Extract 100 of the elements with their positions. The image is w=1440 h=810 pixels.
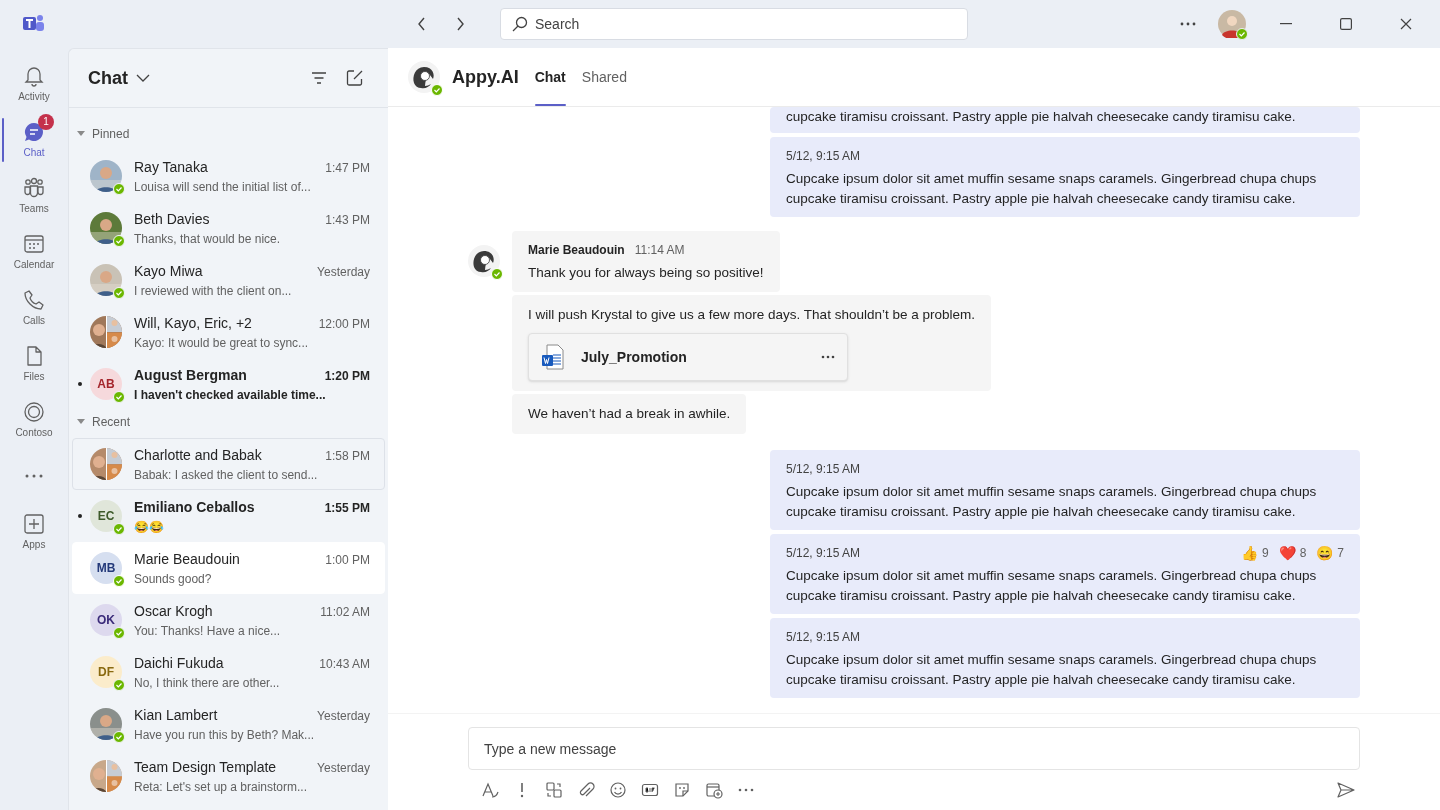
add-icon: [23, 512, 45, 535]
message-text: We haven’t had a break in awhile.: [528, 405, 731, 423]
close-icon: [1400, 18, 1412, 30]
word-document-icon: [541, 344, 565, 370]
presence-icon: [1236, 28, 1248, 40]
message-preview: Have you run this by Beth? Mak...: [134, 726, 316, 744]
paperclip-icon[interactable]: [577, 781, 595, 799]
avatar-initials: AB: [90, 368, 122, 400]
people-icon: [23, 176, 45, 199]
phone-icon: [23, 288, 45, 311]
emoji-icon[interactable]: [609, 781, 627, 799]
section-header[interactable]: Recent: [72, 412, 131, 432]
presence-icon: [113, 731, 125, 743]
calendar-icon: [23, 232, 45, 255]
tab[interactable]: Shared: [581, 48, 627, 106]
chat-icon: [23, 120, 45, 143]
rail-item[interactable]: Calls: [0, 280, 68, 336]
chevron-left-icon: [417, 17, 427, 31]
message-text: Cupcake ipsum dolor sit amet muffin sesame snaps caramels. Gingerbread chupa chups cupcake tiramisu croissant. Pastry apple pie halvah cheesecake candy tiramisu cake.: [786, 567, 1318, 605]
section-header[interactable]: Pinned: [72, 124, 130, 144]
contact-name: Daichi Fukuda: [134, 653, 225, 673]
chat-list-item[interactable]: Will, Kayo, Eric, +2 12:00 PM Kayo: It would be great to sync...: [72, 306, 385, 358]
contact-name: Marie Beaudouin: [134, 549, 241, 569]
message-preview: I haven't checked available time...: [134, 386, 327, 404]
avatar-initials: OK: [90, 604, 122, 636]
rail-item[interactable]: Contoso: [0, 392, 68, 448]
timestamp: 1:47 PM: [325, 159, 370, 177]
reaction-count: 7: [1337, 545, 1344, 562]
maximize-icon: [1340, 18, 1352, 30]
chat-list-item[interactable]: Kian Lambert Yesterday Have you run this by Beth? Mak...: [72, 698, 385, 750]
more-icon: [23, 474, 45, 478]
rail-item[interactable]: Teams: [0, 168, 68, 224]
message-text: Thank you for always being so positive!: [528, 264, 764, 282]
chevron-right-icon: [455, 17, 465, 31]
rail-item[interactable]: Apps: [0, 504, 68, 560]
loop-icon[interactable]: [545, 781, 563, 799]
chat-list-item[interactable]: Beth Davies 1:43 PM Thanks, that would be nice.: [72, 202, 385, 254]
avatar-initials: EC: [90, 500, 122, 532]
filter-icon: [311, 72, 327, 84]
timestamp: 1:58 PM: [325, 447, 370, 465]
file-card[interactable]: July_Promotion: [528, 333, 848, 381]
sticker-icon[interactable]: [673, 781, 691, 799]
bell-icon: [23, 64, 45, 87]
message-field[interactable]: Type a new message: [468, 727, 1360, 770]
compose-icon: [346, 69, 364, 87]
timestamp: 5/12, 9:15 AM: [786, 148, 861, 165]
rail-item[interactable]: Calendar: [0, 224, 68, 280]
reaction-emoji: 😄: [1316, 543, 1334, 563]
chat-list-item[interactable]: Kayo Miwa Yesterday I reviewed with the client on...: [72, 254, 385, 306]
chat-list-item[interactable]: DF Daichi Fukuda 10:43 AM No, I think there are other...: [72, 646, 385, 698]
chat-list-item[interactable]: Ray Tanaka 1:47 PM Louisa will send the initial list of...: [72, 150, 385, 202]
message-preview: Babak: I asked the client to send...: [134, 466, 319, 484]
ring-icon: [23, 400, 45, 423]
timestamp: Yesterday: [317, 707, 370, 725]
panel-title: Chat: [88, 66, 128, 90]
chat-list-item[interactable]: MB Marie Beaudouin 1:00 PM Sounds good?: [72, 542, 385, 594]
chevron-down-icon[interactable]: [136, 74, 150, 82]
presence-icon: [113, 391, 125, 403]
calendar-add-icon[interactable]: [705, 781, 723, 799]
presence-icon: [113, 627, 125, 639]
gif-icon[interactable]: [641, 781, 659, 799]
chat-list-item[interactable]: EC Emiliano Ceballos 1:55 PM 😂😂: [72, 490, 385, 542]
rail-item[interactable]: Files: [0, 336, 68, 392]
contact-name: Team Design Template: [134, 757, 278, 777]
contact-name: Kian Lambert: [134, 705, 219, 725]
presence-icon: [113, 235, 125, 247]
contact-name: Emiliano Ceballos: [134, 497, 256, 517]
chat-list-item[interactable]: Charlotte and Babak 1:58 PM Babak: I asked the client to send...: [72, 438, 385, 490]
message-preview: Reta: Let's set up a brainstorm...: [134, 778, 309, 796]
app-logo-icon: [23, 14, 45, 34]
timestamp: 11:02 AM: [320, 603, 370, 621]
contact-name: Beth Davies: [134, 209, 211, 229]
timestamp: 1:55 PM: [324, 499, 370, 517]
message-text: Cupcake ipsum dolor sit amet muffin sesame snaps caramels. Gingerbread chupa chups cupcake tiramisu croissant. Pastry apple pie halvah cheesecake candy tiramisu cake.: [786, 651, 1318, 689]
contact-name: Will, Kayo, Eric, +2: [134, 313, 253, 333]
chat-list-item[interactable]: Team Design Template Yesterday Reta: Let's set up a brainstorm...: [72, 750, 385, 802]
rail-item[interactable]: 1 Chat: [0, 112, 68, 168]
format-icon[interactable]: [481, 781, 499, 799]
chat-list-item[interactable]: OK Oscar Krogh 11:02 AM You: Thanks! Have a nice...: [72, 594, 385, 646]
more-icon[interactable]: [821, 355, 835, 359]
avatar-initials: DF: [90, 656, 122, 688]
reaction-count: 9: [1261, 545, 1269, 562]
reaction-count: 8: [1299, 545, 1307, 562]
reaction-emoji: 👍: [1240, 543, 1258, 563]
rail-item[interactable]: Activity: [0, 56, 68, 112]
conversation-title: Appy.AI: [452, 65, 519, 89]
reaction-emoji: ❤: [1278, 543, 1296, 563]
contact-name: Oscar Krogh: [134, 601, 214, 621]
message-preview: I reviewed with the client on...: [134, 282, 293, 300]
tab[interactable]: Chat: [534, 48, 566, 106]
search-field[interactable]: Search: [500, 8, 968, 40]
timestamp: 12:00 PM: [318, 315, 370, 333]
presence-icon: [113, 523, 125, 535]
chat-list-item[interactable]: AB August Bergman 1:20 PM I haven't checked available time...: [72, 358, 385, 410]
timestamp: Yesterday: [317, 263, 370, 281]
avatar-initials: MB: [90, 552, 122, 584]
search-icon: [512, 16, 528, 32]
message-preview: Kayo: It would be great to sync...: [134, 334, 310, 352]
message-preview: Louisa will send the initial list of...: [134, 178, 312, 196]
file-name: July_Promotion: [581, 347, 688, 367]
